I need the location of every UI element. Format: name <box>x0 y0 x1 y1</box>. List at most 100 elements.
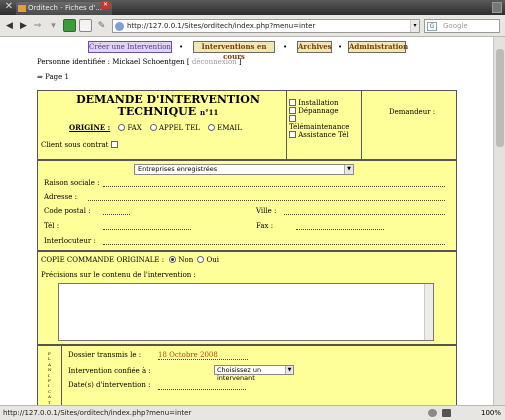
depannage-checkbox[interactable] <box>289 107 296 114</box>
raison-sociale-field[interactable] <box>103 186 445 187</box>
tel-label: Tél : <box>44 222 60 230</box>
telemaintenance-checkbox[interactable] <box>289 115 296 122</box>
fax-field[interactable] <box>296 229 384 230</box>
page-content: Créer une Intervention • Interventions e… <box>0 37 493 405</box>
url-text[interactable]: http://127.0.0.1/Sites/orditech/index.ph… <box>127 20 315 32</box>
zoom-level[interactable]: 100% <box>481 406 501 420</box>
menu-create-intervention[interactable]: Créer une Intervention <box>88 41 172 53</box>
page-indicator: ⇒ Page 1 <box>37 73 69 81</box>
code-postal-field[interactable] <box>103 214 130 215</box>
site-identity-icon[interactable] <box>115 22 124 31</box>
planification-letter: A <box>48 394 51 400</box>
menu-current-interventions[interactable]: Interventions en cours <box>193 41 275 61</box>
url-bar[interactable]: http://127.0.0.1/Sites/orditech/index.ph… <box>112 19 420 33</box>
form-title-technique: TECHNIQUE <box>117 105 197 118</box>
demandeur-label: Demandeur : <box>389 108 436 116</box>
code-postal-label: Code postal : <box>44 207 91 215</box>
confiee-label: Intervention confiée à : <box>68 367 151 375</box>
navigation-toolbar: ◀ ▶ ⇒ ▾ ✎ http://127.0.0.1/Sites/orditec… <box>0 15 505 37</box>
installation-checkbox[interactable] <box>289 99 296 106</box>
planification-sidebar: PLANIFICATION <box>38 346 62 405</box>
screenshot-icon[interactable] <box>442 409 451 417</box>
dossier-label: Dossier transmis le : <box>68 351 142 359</box>
client-contract-checkbox[interactable] <box>110 141 118 148</box>
url-dropdown-icon[interactable]: ▾ <box>410 20 419 32</box>
origine-tel-radio[interactable] <box>149 124 157 131</box>
form-header: DEMANDE D'INTERVENTION TECHNIQUE n°11 OR… <box>37 90 457 171</box>
tab-close-icon[interactable]: ✕ <box>101 1 110 9</box>
dates-field[interactable] <box>158 389 246 390</box>
entreprises-select[interactable]: Entreprises enregistrées ▼ <box>134 164 354 175</box>
textarea-scrollbar[interactable] <box>424 284 433 340</box>
dossier-date: 18 Octobre 2008 <box>158 351 218 359</box>
status-text: http://127.0.0.1/Sites/orditech/index.ph… <box>3 409 192 417</box>
interlocuteur-field[interactable] <box>103 244 445 245</box>
menu-separator: • <box>179 43 184 51</box>
description-section: COPIE COMMANDE ORIGINALE : Non Oui Préci… <box>37 251 457 345</box>
planification-letter: N <box>48 367 52 373</box>
depannage-label: Dépannage <box>298 107 339 115</box>
browser-tab[interactable]: Orditech - Fiches d'... <box>16 2 112 15</box>
intervenant-select-value: Choisissez un intervenant <box>217 366 262 382</box>
client-contract-row: Client sous contrat <box>41 141 118 149</box>
ville-label: Ville : <box>256 207 277 215</box>
menu-separator: • <box>283 43 288 51</box>
ville-field[interactable] <box>284 214 445 215</box>
forward-icon[interactable]: ▶ <box>17 19 30 33</box>
menu-archives[interactable]: Archives <box>297 41 332 53</box>
origine-label: ORIGINE : <box>69 123 111 132</box>
origine-fax-label: FAX <box>127 124 142 132</box>
stop-icon[interactable]: ⇒ <box>31 19 44 33</box>
origine-fax-radio[interactable] <box>118 124 126 131</box>
copie-non-radio[interactable] <box>169 256 177 263</box>
precisions-label: Précisions sur le contenu de l'intervent… <box>41 271 196 279</box>
status-bar: http://127.0.0.1/Sites/orditech/index.ph… <box>0 405 505 420</box>
chevron-down-icon[interactable]: ▼ <box>344 165 353 174</box>
search-box[interactable]: G Google <box>424 19 500 33</box>
home-icon[interactable] <box>79 19 92 32</box>
scrollbar-thumb[interactable] <box>496 49 504 147</box>
precisions-textarea[interactable] <box>58 283 434 341</box>
assistance-label: Assistance Tél <box>298 131 349 139</box>
tab-title: Orditech - Fiches d'... <box>28 4 102 12</box>
origine-email-radio[interactable] <box>208 124 216 131</box>
intervenant-select[interactable]: Choisissez un intervenant ▼ <box>214 365 294 382</box>
divider <box>361 91 362 159</box>
nav-dropdown-icon[interactable]: ▾ <box>47 19 60 33</box>
raison-sociale-label: Raison sociale : <box>44 179 100 187</box>
adresse-label: Adresse : <box>44 193 77 201</box>
entreprises-select-value: Entreprises enregistrées <box>138 165 218 173</box>
bookmark-icon[interactable]: ✎ <box>95 19 108 33</box>
tel-field[interactable] <box>103 229 191 230</box>
origine-tel-label: APPEL TEL <box>158 124 200 132</box>
favicon-icon <box>18 5 26 12</box>
client-contract-label: Client sous contrat <box>41 141 109 149</box>
top-menu: Créer une Intervention • Interventions e… <box>0 41 493 61</box>
logout-link[interactable]: déconnexion <box>192 58 237 66</box>
installation-label: Installation <box>298 99 339 107</box>
back-icon[interactable]: ◀ <box>3 19 16 33</box>
window-titlebar: ✕ Orditech - Fiches d'... ✕ <box>0 0 505 15</box>
planification-label: PLANIFICATION <box>48 351 52 405</box>
copie-row: COPIE COMMANDE ORIGINALE : Non Oui <box>41 256 219 264</box>
reload-icon[interactable] <box>63 19 76 32</box>
assistance-checkbox[interactable] <box>289 131 296 138</box>
chevron-down-icon[interactable]: ▼ <box>285 366 293 374</box>
window-menu-icon[interactable] <box>492 2 502 13</box>
adresse-field[interactable] <box>88 200 445 201</box>
divider <box>286 91 287 159</box>
menu-administration[interactable]: Administration <box>348 41 408 53</box>
identified-label: Personne identifiée : Mickael Schoentgen… <box>37 58 190 66</box>
form-title-line2: TECHNIQUE n°11 <box>58 106 278 119</box>
close-bracket: ] <box>238 58 242 66</box>
intervention-types: Installation Dépannage Télémaintenance A… <box>289 99 349 139</box>
dossier-date-line <box>158 359 248 360</box>
form-number: n°11 <box>199 108 219 117</box>
copie-oui-radio[interactable] <box>197 256 205 263</box>
page-scrollbar[interactable] <box>493 37 505 405</box>
interlocuteur-label: Interlocuteur : <box>44 237 96 245</box>
search-engine-icon[interactable]: G <box>427 22 437 31</box>
close-window-icon[interactable]: ✕ <box>3 1 15 13</box>
copie-oui-label: Oui <box>206 256 219 264</box>
addon-icon[interactable] <box>428 409 437 417</box>
